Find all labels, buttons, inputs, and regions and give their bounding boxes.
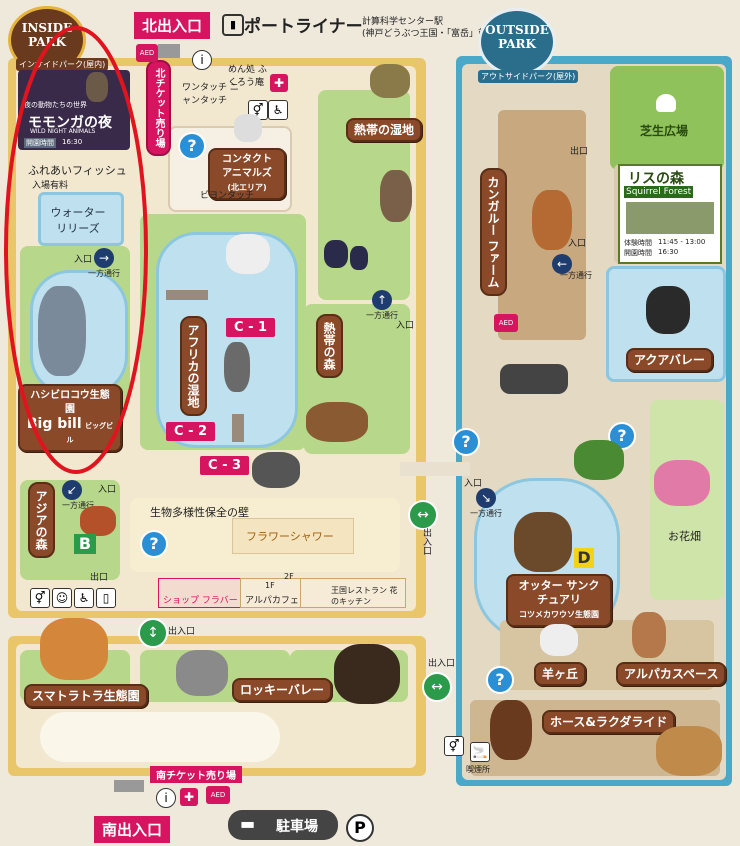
highlight-ellipse [4,26,148,474]
